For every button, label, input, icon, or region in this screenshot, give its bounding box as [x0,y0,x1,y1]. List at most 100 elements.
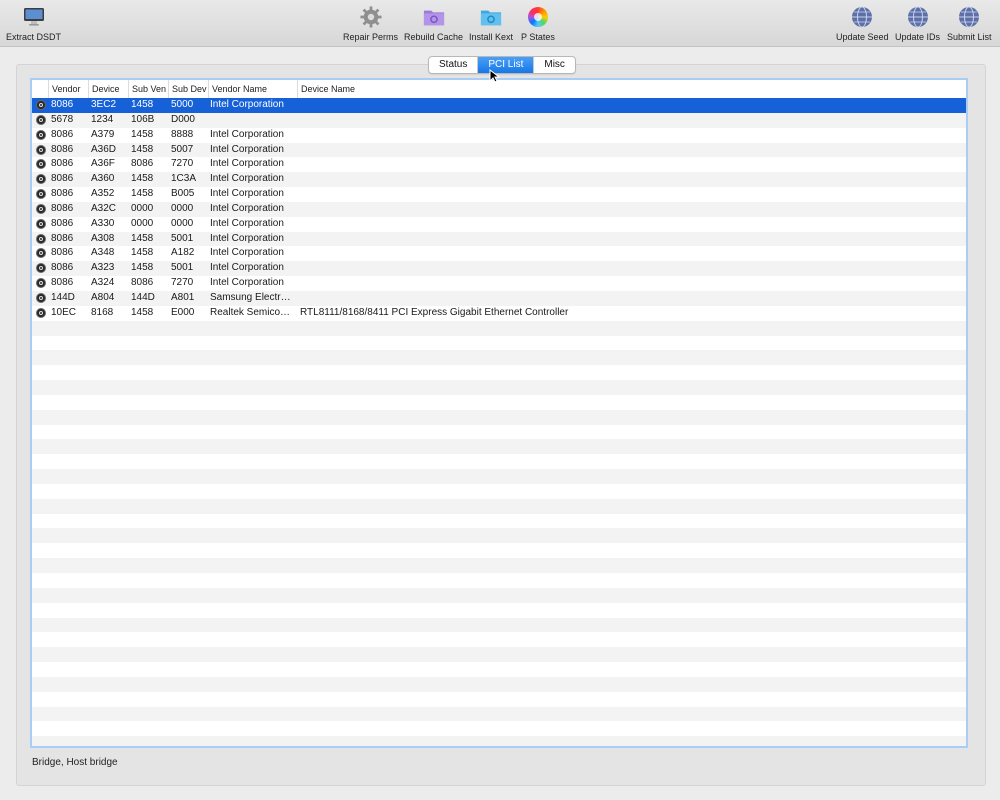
cell-vendor-name: Intel Corporation [210,143,284,155]
cell-vendor-name: Intel Corporation [210,128,284,140]
cell-device: A36F [91,158,115,170]
cell-vendor-name: Intel Corporation [210,99,284,110]
column-header-vendor[interactable]: Vendor [48,80,88,98]
cell-sub-dev: B005 [171,188,195,200]
cell-sub-dev: 7270 [171,158,194,170]
table-row[interactable]: 8086 A36D 1458 5007 Intel Corporation [32,142,966,158]
cell-sub-ven: 8086 [131,158,154,170]
cell-device: A330 [91,217,115,229]
table-row[interactable]: 8086 A379 1458 8888 Intel Corporation [32,128,966,143]
device-icon [36,278,46,289]
update-ids-button[interactable]: Update IDs [895,6,940,44]
cell-sub-dev: 5007 [171,143,194,155]
mouse-pointer-icon [489,69,501,83]
cell-device: A308 [91,232,115,244]
device-icon [36,114,46,125]
table-row[interactable]: 8086 A323 1458 5001 Intel Corporation [32,261,966,277]
cell-sub-dev: 1C3A [171,173,197,185]
column-header-device[interactable]: Device [88,80,128,98]
cell-device: A360 [91,173,115,185]
cell-sub-ven: 1458 [131,232,154,244]
cell-device: 3EC2 [91,99,117,110]
cell-sub-dev: 0000 [171,217,194,229]
tab-pci-list[interactable]: PCI List [478,57,535,73]
cell-vendor: 8086 [51,173,74,185]
cell-sub-ven: 1458 [131,306,154,318]
cell-device: A36D [91,143,117,155]
cell-sub-ven: 1458 [131,173,154,185]
p-states-label: P States [521,32,555,42]
table-row[interactable]: 8086 3EC2 1458 5000 Intel Corporation [32,98,966,113]
cell-vendor-name: Realtek Semico… [210,306,291,318]
device-icon [36,203,46,214]
rebuild-cache-button[interactable]: Rebuild Cache [404,6,463,44]
cell-sub-dev: A801 [171,291,195,303]
cell-sub-ven: 1458 [131,128,154,140]
column-header-device-name[interactable]: Device Name [297,80,966,98]
cell-sub-ven: 1458 [131,262,154,274]
cell-vendor-name: Intel Corporation [210,277,284,289]
color-wheel-icon [527,6,549,28]
table-row[interactable]: 8086 A32C 0000 0000 Intel Corporation [32,201,966,217]
update-seed-button[interactable]: Update Seed [836,6,889,44]
cell-device: 8168 [91,306,114,318]
device-icon [36,307,46,318]
table-row[interactable]: 8086 A308 1458 5001 Intel Corporation [32,231,966,247]
table-row[interactable]: 8086 A36F 8086 7270 Intel Corporation [32,157,966,172]
table-body: 8086 3EC2 1458 5000 Intel Corporation 5678 123… [32,98,966,746]
table-row[interactable]: 10EC 8168 1458 E000 Realtek Semico… RTL8111/8… [32,306,966,321]
cell-vendor: 8086 [51,202,74,214]
p-states-button[interactable]: P States [521,6,555,44]
cell-vendor: 8086 [51,247,74,259]
cell-vendor-name: Intel Corporation [210,247,284,259]
table-row[interactable]: 8086 A324 8086 7270 Intel Corporation [32,276,966,291]
pci-table[interactable]: Vendor Device Sub Ven Sub Dev Vendor Nam… [30,78,968,748]
cell-vendor-name: Intel Corporation [210,173,284,185]
device-icon [36,159,46,170]
cell-vendor-name: Intel Corporation [210,232,284,244]
cell-sub-dev: D000 [171,113,195,125]
device-icon [36,100,46,110]
cell-sub-dev: E000 [171,306,195,318]
cell-vendor-name: Intel Corporation [210,158,284,170]
cell-sub-dev: 5001 [171,262,194,274]
cell-vendor: 8086 [51,158,74,170]
extract-dsdt-button[interactable]: Extract DSDT [6,6,61,44]
column-header-vendor-name[interactable]: Vendor Name [208,80,297,98]
table-row[interactable]: 144D A804 144D A801 Samsung Electr… [32,290,966,306]
cell-vendor: 8086 [51,128,74,140]
folder-install-icon [480,6,502,28]
cell-vendor: 8086 [51,277,74,289]
cell-device: A348 [91,247,115,259]
column-header-sub-ven[interactable]: Sub Ven [128,80,168,98]
table-row[interactable]: 8086 A348 1458 A182 Intel Corporation [32,246,966,261]
tab-bar: Status PCI List Misc [428,56,576,74]
table-row[interactable]: 8086 A330 0000 0000 Intel Corporation [32,217,966,232]
device-icon [36,174,46,185]
cell-vendor-name: Samsung Electr… [210,291,291,303]
cell-vendor: 5678 [51,113,74,125]
cell-sub-dev: A182 [171,247,195,259]
table-row[interactable]: 8086 A360 1458 1C3A Intel Corporation [32,172,966,188]
tab-status[interactable]: Status [429,57,479,73]
cell-vendor: 8086 [51,143,74,155]
table-row[interactable]: 5678 1234 106B D000 [32,112,966,128]
cell-device: A32C [91,202,117,214]
tab-misc[interactable]: Misc [534,57,575,73]
table-row[interactable]: 8086 A352 1458 B005 Intel Corporation [32,187,966,202]
column-header-sub-dev[interactable]: Sub Dev [168,80,208,98]
cell-vendor: 8086 [51,99,74,110]
cell-device: A804 [91,291,115,303]
device-icon [36,218,46,229]
repair-perms-button[interactable]: Repair Perms [343,6,398,44]
install-kext-button[interactable]: Install Kext [469,6,513,44]
globe-icon [958,6,980,28]
submit-list-button[interactable]: Submit List [947,6,992,44]
device-icon [36,144,46,155]
repair-perms-label: Repair Perms [343,32,399,42]
cell-vendor: 8086 [51,262,74,274]
folder-gear-icon [423,6,445,28]
column-header-icon[interactable] [32,80,48,98]
cell-device: 1234 [91,113,114,125]
cell-vendor: 10EC [51,306,77,318]
